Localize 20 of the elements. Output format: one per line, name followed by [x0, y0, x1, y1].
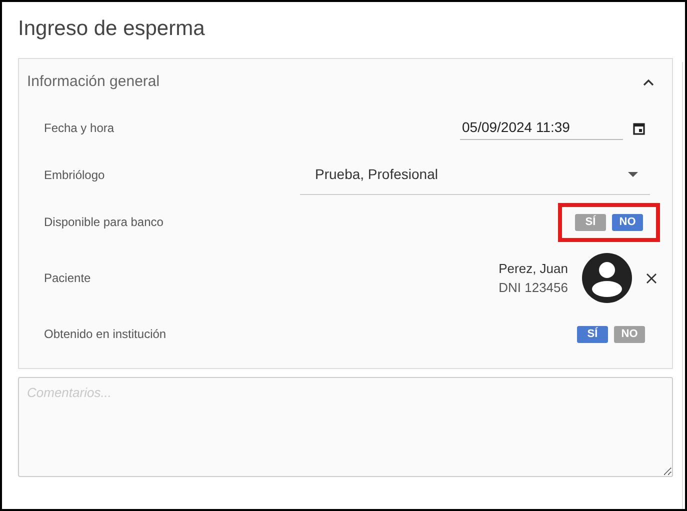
avatar-icon — [582, 253, 632, 303]
close-icon[interactable] — [646, 272, 657, 284]
collapse-chevron-icon[interactable] — [643, 78, 654, 86]
patient-name: Perez, Juan — [498, 260, 568, 278]
field-label: Embriólogo — [44, 167, 105, 184]
select-field[interactable]: Prueba, Profesional — [300, 155, 650, 195]
toggle-option[interactable]: SÍ — [575, 214, 606, 230]
page-title: Ingreso de esperma — [18, 16, 206, 42]
toggle-option[interactable]: NO — [614, 326, 645, 342]
toggle-option[interactable]: SÍ — [577, 326, 608, 342]
field-label: Paciente — [44, 270, 91, 287]
field-label: Obtenido en institución — [44, 326, 166, 343]
field-label: Disponible para banco — [44, 214, 164, 231]
patient-document: DNI 123456 — [498, 279, 568, 297]
field-label: Fecha y hora — [44, 120, 114, 137]
toggle-option[interactable]: NO — [612, 214, 643, 230]
dropdown-caret-icon — [628, 172, 638, 177]
calendar-icon[interactable] — [633, 122, 645, 134]
date-field[interactable]: 05/09/2024 11:39 — [460, 116, 623, 140]
section-title: Información general — [27, 72, 160, 92]
